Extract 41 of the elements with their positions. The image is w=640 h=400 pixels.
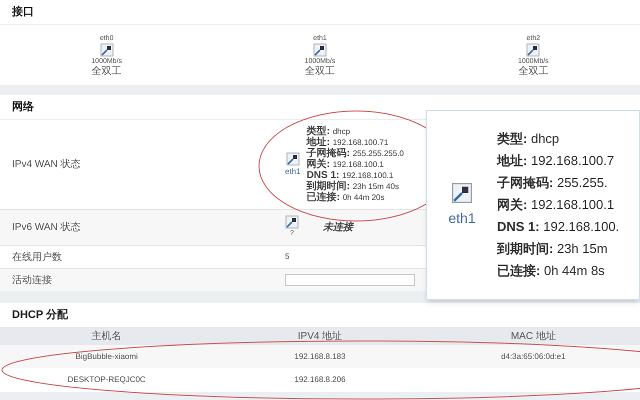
wan-detail: DNS 1: 192.168.100.1 bbox=[306, 170, 394, 181]
row-label: 在线用户数 bbox=[11, 250, 63, 264]
wan-detail: 类型: dhcp bbox=[306, 126, 352, 137]
network-port-icon bbox=[100, 42, 114, 56]
interface-link[interactable]: eth1 bbox=[285, 166, 301, 178]
row-label: IPv6 WAN 状态 bbox=[11, 220, 82, 235]
table-cell-text: BigBubble-xiaomi bbox=[74, 350, 139, 362]
row-label: 活动连接 bbox=[11, 274, 53, 288]
port-duplex: 全双工 bbox=[304, 66, 335, 76]
port-duplex: 全双工 bbox=[92, 66, 122, 76]
interface-link[interactable]: eth1 bbox=[448, 208, 476, 228]
network-port-icon bbox=[451, 182, 473, 204]
table-cell-text: 192.168.8.183 bbox=[293, 350, 347, 362]
wan-detail: DNS 1: 192.168.100. bbox=[497, 218, 620, 236]
table-cell-text: d4:3a:65:06:0d:e1 bbox=[500, 350, 567, 362]
wan-detail: 已连接: 0h 44m 20s bbox=[306, 192, 386, 203]
wan-detail: 到期时间: 23h 15m 40s bbox=[306, 181, 400, 192]
wan-detail: 网关: 192.168.100.1 bbox=[306, 159, 385, 170]
online-user-count: 5 bbox=[285, 251, 290, 263]
row-label: IPv4 WAN 状态 bbox=[11, 158, 82, 172]
network-port-icon bbox=[312, 42, 327, 56]
section-header: 接口 bbox=[0, 0, 640, 24]
column-header: 主机名 bbox=[90, 330, 123, 344]
network-port-icon bbox=[285, 215, 299, 230]
column-header: MAC 地址 bbox=[510, 330, 557, 344]
wan-detail: 已连接: 0h 44m 8s bbox=[497, 262, 606, 280]
wan-detail: 到期时间: 23h 15m bbox=[497, 240, 609, 258]
table-cell-text: DESKTOP-REQJC0C bbox=[66, 374, 147, 386]
wan-detail: 地址: 192.168.100.71 bbox=[306, 137, 390, 148]
wan-detail: 子网掩码: 255.255.255.0 bbox=[306, 148, 404, 159]
section-header: DHCP 分配 bbox=[0, 303, 640, 327]
network-port-icon bbox=[526, 42, 540, 56]
wan-detail: 地址: 192.168.100.7 bbox=[497, 152, 616, 170]
wan-detail: 类型: dhcp bbox=[497, 130, 560, 148]
wan-detail: 网关: 192.168.100.1 bbox=[497, 196, 616, 214]
column-header: IPV4 地址 bbox=[296, 330, 344, 344]
port-duplex: 全双工 bbox=[518, 66, 548, 76]
network-port-icon bbox=[286, 152, 300, 166]
table-cell-text: 192.168.8.206 bbox=[293, 374, 347, 386]
wan-detail: 子网掩码: 255.255. bbox=[497, 174, 609, 192]
connection-status: 未连接 bbox=[323, 220, 353, 235]
